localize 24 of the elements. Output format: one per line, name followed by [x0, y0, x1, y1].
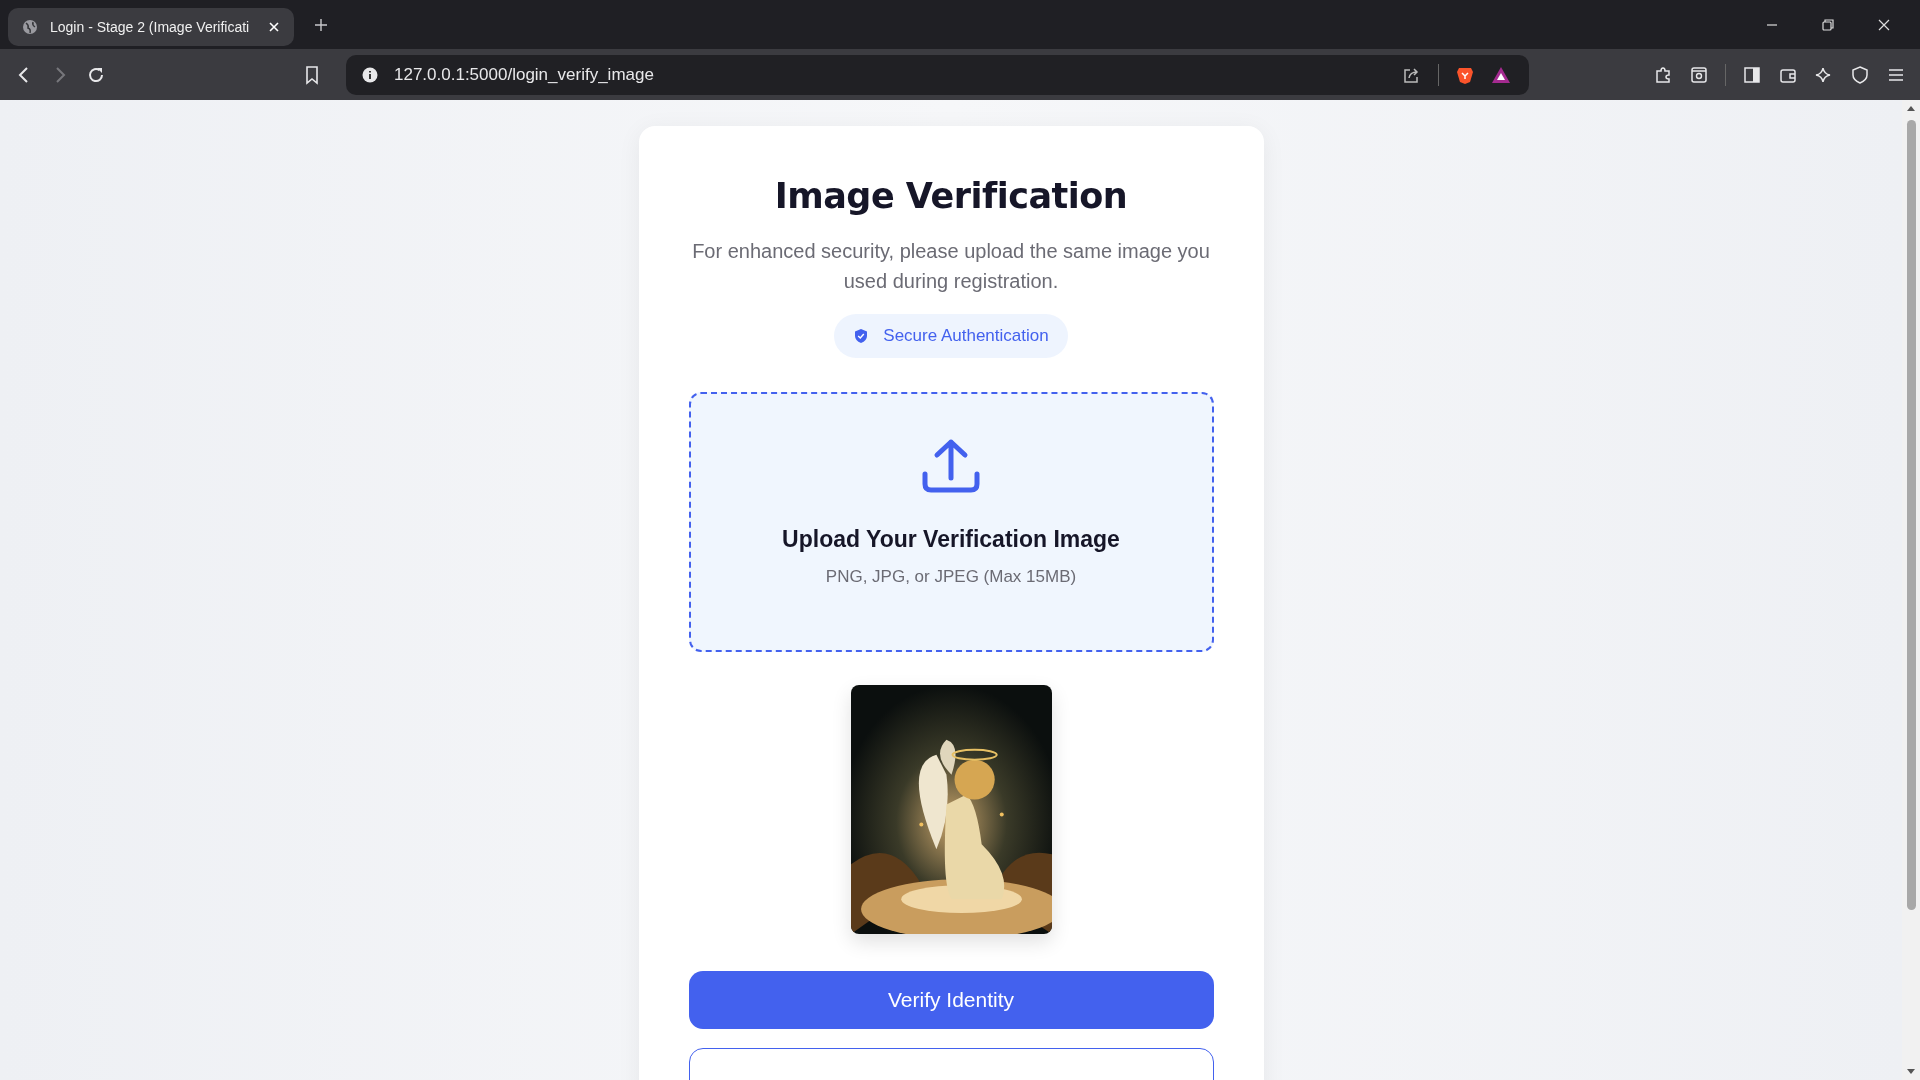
window-search-icon[interactable] [1689, 64, 1709, 85]
page-title: Image Verification [774, 176, 1128, 216]
badge-label: Secure Authentication [883, 326, 1049, 346]
address-bar[interactable]: 127.0.0.1:5000/login_verify_image [346, 54, 1529, 95]
upload-title: Upload Your Verification Image [782, 526, 1120, 553]
description-text: For enhanced security, please upload the same image you used during registration. [691, 239, 1211, 294]
sidebar-icon[interactable] [1742, 64, 1762, 85]
globe-icon [22, 18, 38, 35]
puzzle-icon[interactable] [1653, 64, 1673, 85]
browser-tab[interactable]: Login - Stage 2 (Image Verificati [8, 7, 294, 46]
info-icon[interactable] [362, 66, 378, 83]
shield-check-icon [853, 328, 870, 344]
restore-icon[interactable] [1821, 17, 1835, 32]
upload-dropzone[interactable]: Upload Your Verification Image PNG, JPG, or JPEG (Max 15MB) [688, 392, 1214, 652]
new-tab-icon[interactable] [314, 17, 328, 32]
url-text: 127.0.0.1:5000/login_verify_image [394, 64, 654, 85]
close-icon[interactable] [1877, 17, 1891, 32]
upload-hint: PNG, JPG, or JPEG (Max 15MB) [825, 567, 1077, 587]
shield-icon[interactable] [1850, 64, 1870, 85]
scrollbar[interactable] [1902, 100, 1920, 1080]
scroll-down-icon[interactable] [1906, 1066, 1916, 1076]
scroll-up-icon[interactable] [1906, 104, 1916, 114]
verify-button[interactable]: Verify Identity [688, 971, 1214, 1029]
tab-title: Login - Stage 2 (Image Verificati [50, 18, 251, 35]
